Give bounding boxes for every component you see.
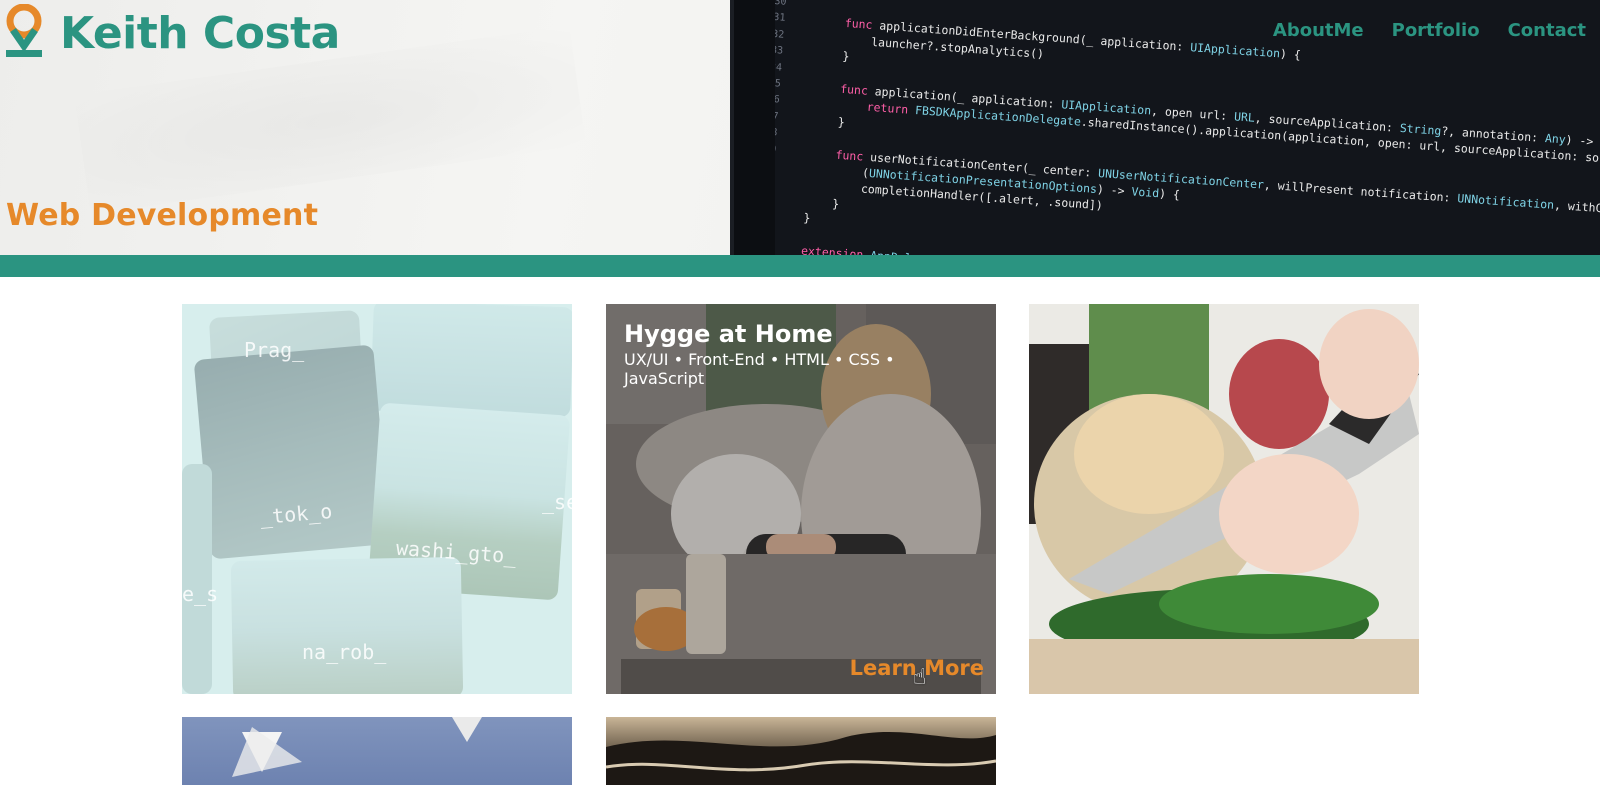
- code-line-number: 38: [775, 126, 778, 139]
- pointer-cursor-icon: ☝: [913, 665, 927, 690]
- project-tile-water[interactable]: [606, 717, 996, 785]
- hero-banner: 30 31 func applicationDidEnterBackground(…: [0, 0, 1600, 255]
- code-line-number: 41: [775, 190, 801, 209]
- nav-link-portfolio[interactable]: Portfolio: [1392, 20, 1480, 41]
- code-line-text: }: [802, 210, 811, 226]
- project-title: Hygge at Home: [624, 320, 833, 348]
- code-line-number: 40: [775, 174, 802, 193]
- code-line-number: 36: [775, 94, 781, 106]
- hero-subtitle: Web Development: [6, 198, 319, 233]
- code-line-number: 44: [775, 239, 798, 255]
- logo-name: Keith Costa: [60, 8, 340, 59]
- project-tile-cooking[interactable]: [1029, 304, 1419, 694]
- project-tags: UX/UI • Front-End • HTML • CSS • JavaScr…: [624, 350, 895, 388]
- caption-edge-right: _se: [542, 490, 572, 514]
- caption-nairobi: na_rob_: [302, 640, 387, 664]
- code-line-number: 42: [775, 207, 800, 226]
- location-pin-icon: [4, 3, 44, 60]
- water-photo: [606, 732, 996, 785]
- code-line-text: }: [809, 112, 846, 129]
- project-tile-flag[interactable]: [182, 717, 572, 785]
- caption-edge-left: e_s: [182, 582, 219, 606]
- flag-photo: [232, 717, 482, 777]
- code-line-text: }: [814, 47, 850, 64]
- code-line-number: 43: [775, 223, 799, 242]
- project-tile-hygge[interactable]: Hygge at Home UX/UI • Front-End • HTML •…: [606, 304, 996, 694]
- code-line-number: 39: [775, 141, 805, 160]
- main-nav: AboutMe Portfolio Contact: [1273, 20, 1586, 41]
- nav-link-contact[interactable]: Contact: [1508, 20, 1586, 41]
- project-tile-travel[interactable]: Prag_ _tok_o washi_gto_ na_rob_ e_s _se: [182, 304, 572, 694]
- hero-band: [0, 255, 1600, 277]
- code-line-number: 37: [775, 110, 779, 123]
- code-line-number: [775, 158, 803, 177]
- nav-link-about[interactable]: AboutMe: [1273, 20, 1364, 41]
- logo[interactable]: Keith Costa: [4, 3, 340, 60]
- tile-veil: [182, 304, 572, 694]
- cooking-photo: [1029, 304, 1419, 694]
- caption-prague: Prag_: [244, 338, 305, 362]
